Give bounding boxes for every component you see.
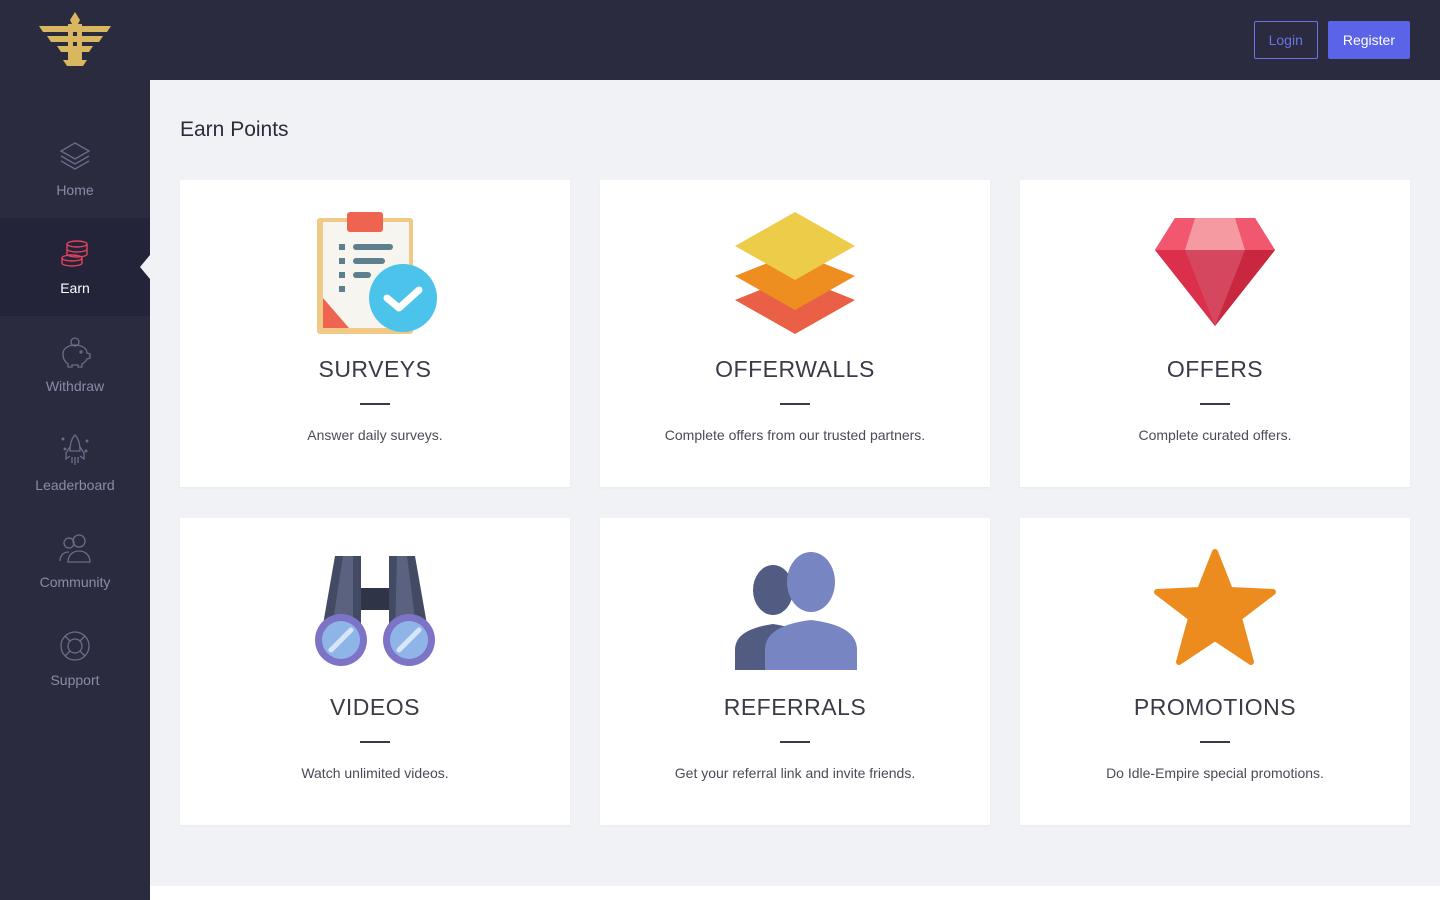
stacked-layers-icon (735, 212, 855, 334)
card-divider (780, 403, 810, 405)
logo[interactable] (0, 0, 150, 80)
card-divider (1200, 741, 1230, 743)
sidebar-item-label: Earn (60, 280, 90, 296)
earn-cards-grid: SURVEYS Answer daily surveys. OFFERWALLS… (180, 180, 1410, 825)
ruby-gem-icon (1155, 218, 1275, 326)
sidebar-item-label: Community (39, 574, 111, 590)
sidebar-item-support[interactable]: Support (0, 610, 150, 708)
sidebar-item-earn[interactable]: Earn (0, 218, 150, 316)
people-icon (735, 552, 857, 670)
sidebar-item-withdraw[interactable]: Withdraw (0, 316, 150, 414)
offerwalls-card[interactable]: OFFERWALLS Complete offers from our trus… (600, 180, 990, 487)
videos-card[interactable]: VIDEOS Watch unlimited videos. (180, 518, 570, 825)
card-description: Watch unlimited videos. (301, 765, 449, 781)
coins-icon (61, 240, 88, 267)
card-description: Complete curated offers. (1138, 427, 1292, 443)
card-icon-wrap (1153, 548, 1277, 672)
card-divider (360, 403, 390, 405)
footer (150, 886, 1440, 900)
register-button[interactable]: Register (1327, 21, 1410, 59)
card-icon-wrap (313, 548, 437, 672)
lifebuoy-icon (60, 631, 90, 661)
sidebar: Home Earn Withdraw Leaderboard Community… (0, 0, 150, 900)
users-icon (59, 534, 91, 563)
card-divider (1200, 403, 1230, 405)
card-title: VIDEOS (330, 694, 420, 720)
card-description: Get your referral link and invite friend… (674, 765, 916, 781)
clipboard-check-icon (317, 212, 437, 334)
card-title: SURVEYS (318, 356, 432, 382)
sidebar-item-community[interactable]: Community (0, 512, 150, 610)
layers-icon (59, 142, 91, 170)
eagle-logo-icon (39, 12, 111, 66)
card-icon-wrap (733, 548, 857, 672)
rocket-icon (61, 434, 89, 465)
main-content: Earn Points SURVEYS Answer daily surveys… (150, 80, 1440, 886)
sidebar-nav: Home Earn Withdraw Leaderboard Community… (0, 120, 150, 708)
sidebar-item-label: Leaderboard (35, 477, 115, 493)
card-divider (780, 741, 810, 743)
binoculars-icon (315, 556, 435, 666)
sidebar-item-home[interactable]: Home (0, 120, 150, 218)
card-description: Do Idle-Empire special promotions. (1106, 765, 1324, 781)
surveys-card[interactable]: SURVEYS Answer daily surveys. (180, 180, 570, 487)
card-title: OFFERS (1166, 356, 1264, 382)
sidebar-item-label: Withdraw (45, 378, 105, 394)
card-title: REFERRALS (723, 694, 867, 720)
top-bar: Login Register (150, 0, 1440, 80)
sidebar-item-label: Support (50, 672, 100, 688)
card-description: Complete offers from our trusted partner… (664, 427, 926, 443)
promotions-card[interactable]: PROMOTIONS Do Idle-Empire special promot… (1020, 518, 1410, 825)
page-title: Earn Points (180, 118, 289, 141)
piggy-bank-icon (62, 337, 91, 368)
card-title: PROMOTIONS (1133, 694, 1297, 720)
login-button[interactable]: Login (1253, 21, 1318, 59)
sidebar-item-leaderboard[interactable]: Leaderboard (0, 414, 150, 512)
card-description: Answer daily surveys. (307, 427, 443, 443)
referrals-card[interactable]: REFERRALS Get your referral link and inv… (600, 518, 990, 825)
card-icon-wrap (1153, 210, 1277, 334)
card-icon-wrap (313, 210, 437, 334)
sidebar-item-label: Home (56, 182, 94, 198)
card-title: OFFERWALLS (715, 356, 875, 382)
card-divider (360, 741, 390, 743)
offers-card[interactable]: OFFERS Complete curated offers. (1020, 180, 1410, 487)
star-icon (1154, 549, 1276, 665)
card-icon-wrap (733, 210, 857, 334)
